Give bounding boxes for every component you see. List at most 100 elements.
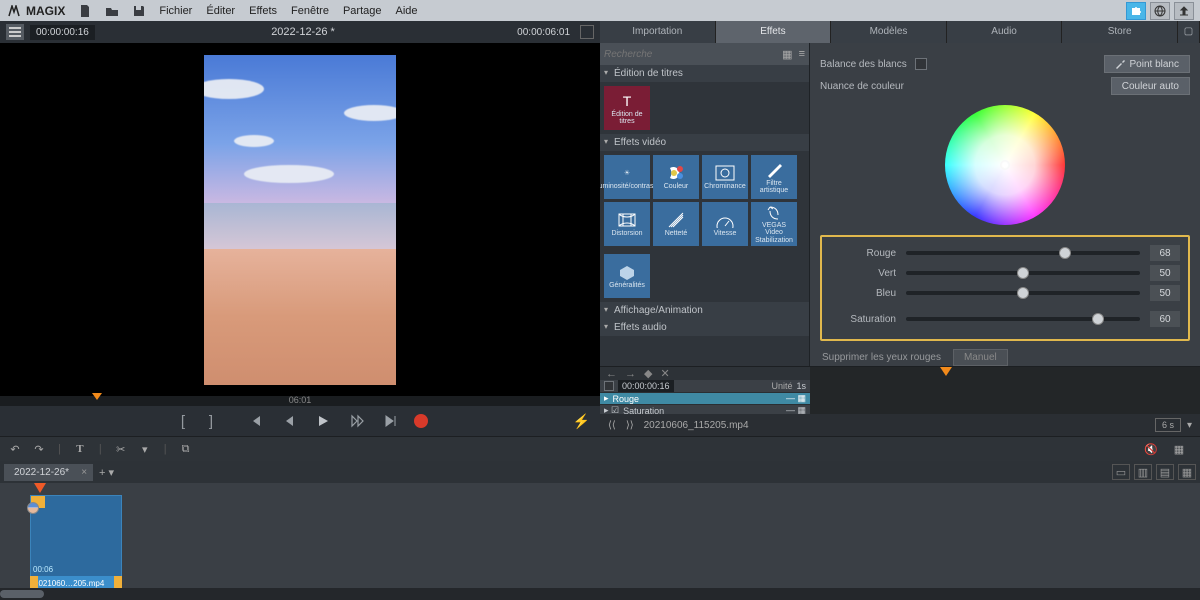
slider-value-rouge[interactable]: 68 (1150, 245, 1180, 261)
timeline-track[interactable]: 00:06 2021060…205.mp4 (0, 483, 1200, 588)
puzzle-icon[interactable] (1126, 2, 1146, 20)
transport-bar: [ ] ⚡ (0, 406, 600, 436)
slider-rouge[interactable] (906, 251, 1140, 255)
category-video-effects[interactable]: Effets vidéo (600, 134, 809, 151)
record-button[interactable] (414, 414, 428, 428)
undo-button[interactable]: ↶ (6, 440, 24, 458)
tile-chrominance[interactable]: Chrominance (702, 155, 748, 199)
source-filename: 20210606_115205.mp4 (644, 420, 749, 431)
preview-pane: 00:00:00:16 2022-12-26 * 00:00:06:01 06:… (0, 21, 600, 436)
auto-color-button[interactable]: Couleur auto (1111, 77, 1190, 95)
redo-button[interactable]: ↷ (30, 440, 48, 458)
menu-share[interactable]: Partage (343, 5, 382, 17)
slider-saturation[interactable] (906, 317, 1140, 321)
kf-prev-icon[interactable]: ← (606, 368, 617, 380)
color-wheel-handle[interactable] (1000, 160, 1010, 170)
grid-view-icon[interactable]: ▦ (782, 48, 792, 61)
category-audio-effects[interactable]: Effets audio (600, 319, 809, 336)
slider-value-vert[interactable]: 50 (1150, 265, 1180, 281)
save-icon[interactable] (133, 5, 145, 17)
tile-speed[interactable]: Vitesse (702, 202, 748, 246)
color-wheel[interactable] (945, 105, 1065, 225)
kf-param-rouge[interactable]: Rouge (613, 394, 640, 404)
source-prev-icon[interactable]: ⟨⟨ (608, 420, 616, 431)
redeye-manual-button[interactable]: Manuel (953, 349, 1008, 366)
doc-new-icon[interactable] (79, 4, 91, 18)
tile-sharpness[interactable]: Netteté (653, 202, 699, 246)
tab-audio[interactable]: Audio (947, 21, 1063, 43)
source-duration[interactable]: 6 s (1155, 418, 1181, 432)
category-titles[interactable]: Édition de titres (600, 65, 809, 82)
quick-access-icon[interactable]: ⚡ (573, 413, 590, 430)
color-tint-label: Nuance de couleur (820, 81, 904, 92)
preview-scrubber[interactable]: 06:01 (0, 396, 600, 406)
video-monitor[interactable] (0, 43, 600, 396)
kf-add-icon[interactable]: ◆ (644, 367, 652, 380)
tab-importation[interactable]: Importation (600, 21, 716, 43)
menu-edit[interactable]: Éditer (206, 5, 235, 17)
slider-bleu[interactable] (906, 291, 1140, 295)
menu-effects[interactable]: Effets (249, 5, 277, 17)
tile-vegas-stabilization[interactable]: VEGAS Video Stabilization (751, 202, 797, 246)
mute-icon[interactable]: 🔇 (1142, 440, 1160, 458)
cut-dropdown-icon[interactable]: ▾ (136, 440, 154, 458)
timecode-in[interactable]: 00:00:00:16 (30, 25, 95, 40)
timeline-tab[interactable]: 2022-12-26*× (4, 464, 93, 481)
list-view-icon[interactable]: ≡ (799, 48, 805, 61)
menu-file[interactable]: Fichier (159, 5, 192, 17)
white-balance-checkbox[interactable] (915, 58, 927, 70)
category-animation[interactable]: Affichage/Animation (600, 302, 809, 319)
slider-vert[interactable] (906, 271, 1140, 275)
tab-store[interactable]: Store (1062, 21, 1178, 43)
source-options-icon[interactable]: ▾ (1187, 420, 1192, 431)
slider-value-bleu[interactable]: 50 (1150, 285, 1180, 301)
mark-out-button[interactable]: ] (200, 410, 222, 432)
right-panel-tabs: Importation Effets Modèles Audio Store ▢ (600, 21, 1200, 43)
add-tab-icon[interactable]: + ▾ (99, 466, 114, 479)
hamburger-icon[interactable] (6, 24, 24, 40)
globe-icon[interactable] (1150, 2, 1170, 20)
kf-next-icon[interactable]: → (625, 368, 636, 380)
kf-timecode[interactable]: 00:00:00:16 (618, 380, 674, 392)
tile-general[interactable]: Généralités (604, 254, 650, 298)
upload-icon[interactable] (1174, 2, 1194, 20)
keyframe-playhead-icon[interactable] (940, 367, 952, 376)
mark-in-button[interactable]: [ (172, 410, 194, 432)
monitor-popout-icon[interactable] (580, 25, 594, 39)
tile-brightness[interactable]: ☀Luminosité/contraste (604, 155, 650, 199)
view-multicam-icon[interactable]: ▦ (1178, 464, 1196, 480)
doc-open-icon[interactable] (105, 5, 119, 17)
menu-window[interactable]: Fenêtre (291, 5, 329, 17)
prev-frame-button[interactable] (278, 410, 300, 432)
panel-popout-icon[interactable]: ▢ (1178, 21, 1200, 43)
tab-effects[interactable]: Effets (716, 21, 832, 43)
effects-search-input[interactable] (604, 49, 782, 60)
tab-templates[interactable]: Modèles (831, 21, 947, 43)
tile-color[interactable]: Couleur (653, 155, 699, 199)
view-storyboard-icon[interactable]: ▭ (1112, 464, 1130, 480)
tile-distortion[interactable]: Distorsion (604, 202, 650, 246)
next-frame-button[interactable] (346, 410, 368, 432)
source-next-icon[interactable]: ⟩⟩ (626, 420, 634, 431)
layout-icon[interactable]: ▦ (1170, 440, 1188, 458)
go-start-button[interactable] (244, 410, 266, 432)
title-tool-icon[interactable]: T (71, 440, 89, 458)
white-point-button[interactable]: Point blanc (1104, 55, 1190, 73)
group-tool-icon[interactable]: ⧉ (177, 440, 195, 458)
go-end-button[interactable] (380, 410, 402, 432)
kf-del-icon[interactable]: ✕ (660, 367, 669, 380)
slider-value-saturation[interactable]: 60 (1150, 311, 1180, 327)
timeline-playhead-icon[interactable] (34, 483, 46, 493)
play-button[interactable] (312, 410, 334, 432)
view-timeline-icon[interactable]: ▤ (1156, 464, 1174, 480)
tile-artfilter[interactable]: Filtre artistique (751, 155, 797, 199)
timeline-clip[interactable]: 00:06 2021060…205.mp4 (30, 495, 122, 591)
close-tab-icon[interactable]: × (81, 467, 87, 478)
keyframe-track[interactable] (810, 367, 1200, 414)
menu-help[interactable]: Aide (396, 5, 418, 17)
tile-title-editor[interactable]: T Édition de titres (604, 86, 650, 130)
cut-tool-icon[interactable]: ✂ (112, 440, 130, 458)
view-scenes-icon[interactable]: ▥ (1134, 464, 1152, 480)
playhead-marker-icon[interactable] (92, 393, 102, 400)
timeline-scrollbar[interactable] (0, 588, 1200, 600)
